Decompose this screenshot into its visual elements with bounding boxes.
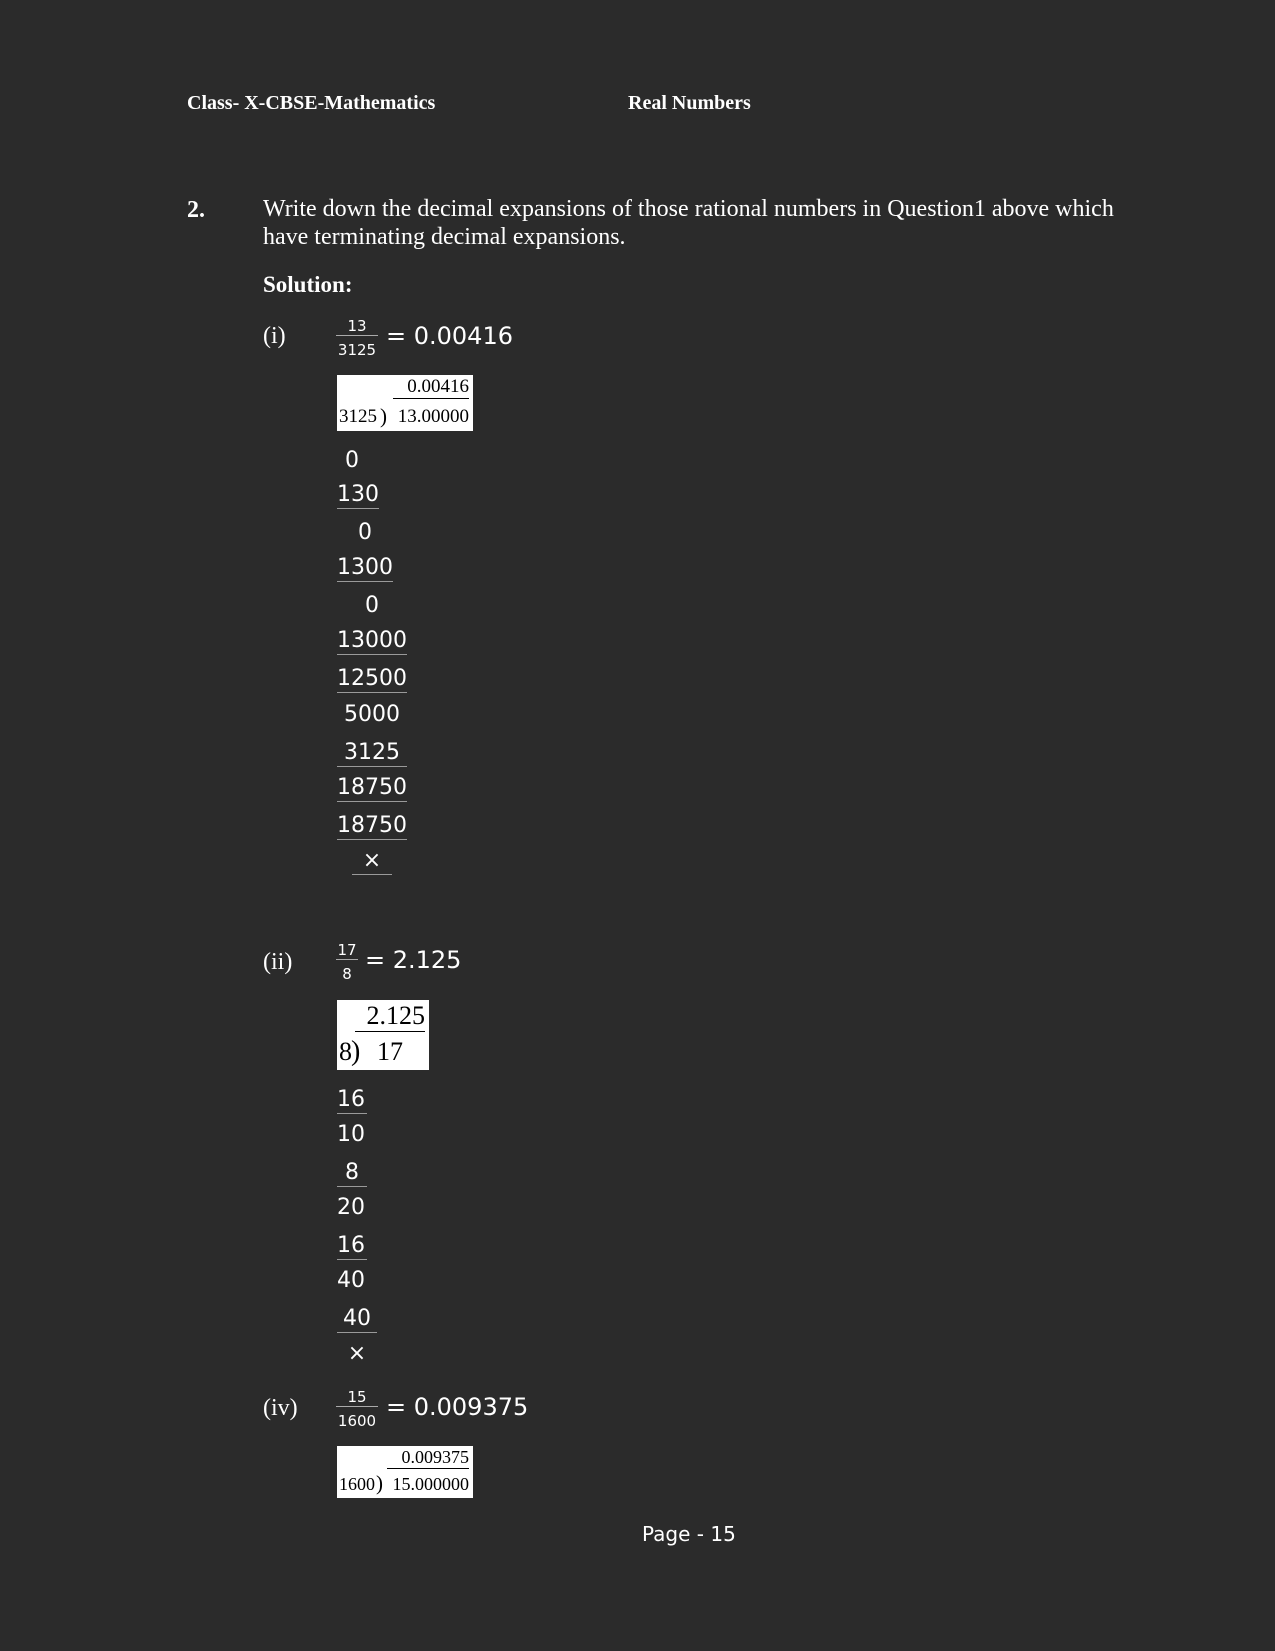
part-i-step: 12500: [337, 666, 407, 693]
part-ii-long-division: 2.125 8 ) 17: [337, 1000, 429, 1070]
part-i-denominator: 3125: [336, 335, 378, 359]
header-left: Class- X-CBSE-Mathematics: [187, 92, 436, 114]
part-ii-step: 40: [337, 1268, 365, 1293]
part-ii-label: (ii): [263, 949, 293, 975]
division-bracket: ): [380, 404, 387, 428]
part-ii-step: 40: [337, 1306, 377, 1333]
part-ii-fraction: 17 8: [336, 942, 358, 983]
part-i-step: 0: [345, 448, 359, 473]
question-text: Write down the decimal expansions of tho…: [263, 196, 1114, 250]
part-i-step: 18750: [337, 813, 407, 840]
part-i-step: 5000: [344, 702, 400, 727]
part-i-dividend: 13.00000: [397, 406, 469, 427]
part-iv-label: (iv): [263, 1395, 298, 1421]
part-iv-long-division: 0.009375 1600 ) 15.000000: [337, 1446, 473, 1498]
part-i-numerator: 13: [347, 317, 367, 335]
part-i-step-end: ×: [352, 848, 392, 875]
part-ii-quotient: 2.125: [355, 1001, 425, 1032]
part-iv-denominator: 1600: [336, 1406, 378, 1430]
part-i-step: 0: [358, 520, 372, 545]
part-i-quotient: 0.00416: [393, 376, 469, 399]
part-iv-dividend: 15.000000: [392, 1474, 470, 1494]
part-ii-dividend: 17: [377, 1037, 403, 1066]
part-i-result: = 0.00416: [386, 322, 513, 350]
part-i-long-division: 0.00416 3125 ) 13.00000: [337, 375, 473, 431]
page-number: Page - 15: [642, 1522, 736, 1546]
part-ii-denominator: 8: [336, 959, 358, 983]
part-iv-quotient: 0.009375: [387, 1447, 469, 1469]
division-bracket: ): [351, 1036, 361, 1067]
part-ii-step: 16: [337, 1087, 367, 1114]
part-i-step: 18750: [337, 775, 407, 802]
part-ii-step: 20: [337, 1195, 365, 1220]
solution-label: Solution:: [263, 272, 353, 297]
part-ii-step: 10: [337, 1122, 365, 1147]
part-iv-result: = 0.009375: [386, 1393, 529, 1421]
part-ii-step-end: ×: [347, 1341, 367, 1366]
part-ii-result: = 2.125: [365, 946, 462, 974]
part-i-step: 0: [365, 593, 379, 618]
part-iv-numerator: 15: [347, 1388, 367, 1406]
part-ii-numerator: 17: [337, 941, 357, 959]
part-iv-fraction: 15 1600: [336, 1389, 378, 1430]
part-i-step: 1300: [337, 555, 393, 582]
part-ii-step: 8: [337, 1160, 367, 1187]
part-iv-divisor: 1600: [339, 1474, 375, 1494]
part-i-divisor: 3125: [339, 406, 377, 427]
header-right: Real Numbers: [628, 92, 751, 114]
division-bracket: ): [376, 1471, 383, 1495]
part-ii-step: 16: [337, 1233, 367, 1260]
part-i-label: (i): [263, 323, 286, 349]
question-number: 2.: [187, 197, 205, 223]
part-i-step: 13000: [337, 628, 407, 655]
part-i-step: 3125: [337, 740, 407, 767]
part-i-fraction: 13 3125: [336, 318, 378, 359]
part-i-step: 130: [337, 482, 379, 509]
